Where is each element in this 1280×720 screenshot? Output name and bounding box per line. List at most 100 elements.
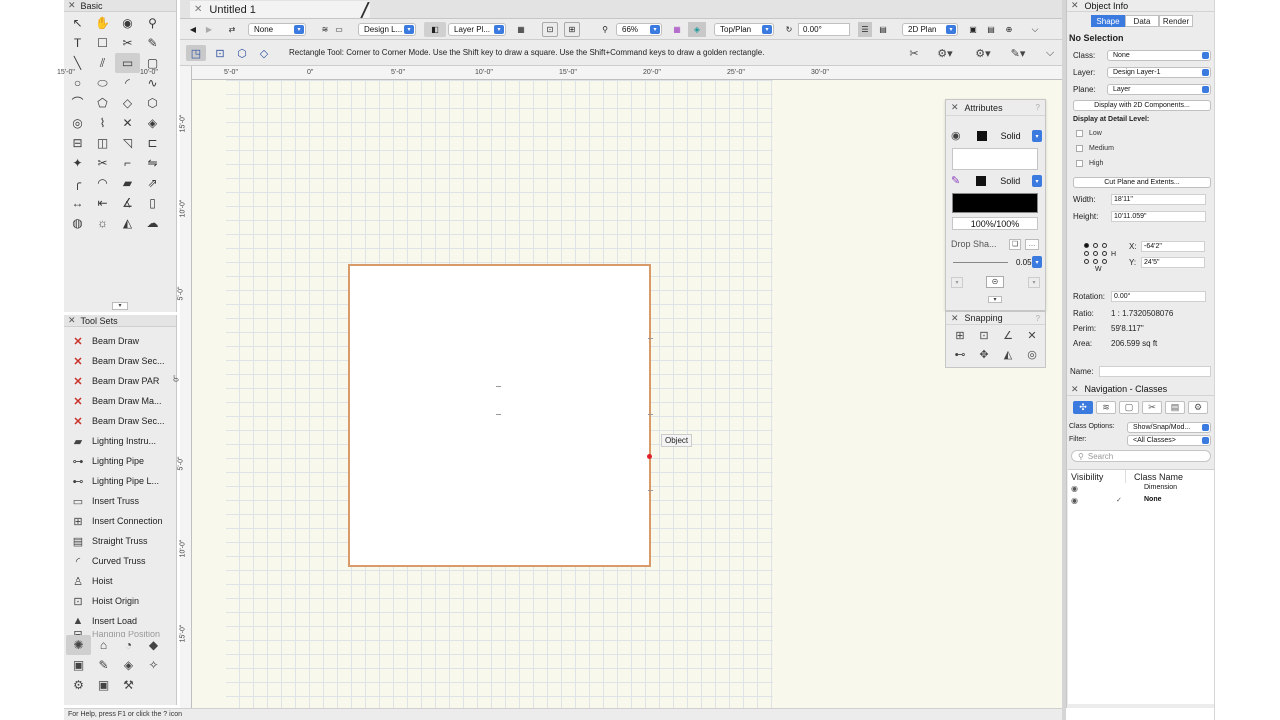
detailing-toolset-icon[interactable]: ✧ xyxy=(141,655,166,675)
regular-polygon-tool-icon[interactable]: ⬡ xyxy=(140,93,165,113)
camera-icon[interactable]: ▤ xyxy=(984,22,998,37)
toolset-item[interactable]: ✕ Beam Draw PAR xyxy=(64,371,176,391)
eyedropper-tool-icon[interactable]: ✎ xyxy=(140,33,165,53)
close-icon[interactable]: ✕ xyxy=(1071,0,1079,11)
split-tool-icon[interactable]: ✂ xyxy=(90,153,115,173)
class-select[interactable]: None xyxy=(1107,50,1211,61)
close-tab-icon[interactable]: ✕ xyxy=(194,4,202,15)
reshape-tool-icon[interactable]: ◈ xyxy=(140,113,165,133)
arc-tool-icon[interactable]: ◜ xyxy=(115,73,140,93)
snap-to-intersection-icon[interactable]: ✕ xyxy=(1020,327,1044,346)
drawing-canvas[interactable] xyxy=(192,80,1062,708)
connect-combine-tool-icon[interactable]: ✦ xyxy=(65,153,90,173)
visualization-toolset-icon[interactable]: ◈ xyxy=(116,655,141,675)
drop-shadow-toggle-icon[interactable]: ❏ xyxy=(1009,238,1021,250)
standard-view-icon[interactable]: ⊡ xyxy=(542,22,558,37)
back-icon[interactable]: ◀ xyxy=(186,22,200,37)
sheets-tab-icon[interactable]: ▢ xyxy=(1119,401,1139,414)
name-field[interactable] xyxy=(1099,366,1211,377)
close-icon[interactable]: ✕ xyxy=(68,0,76,11)
filter-select[interactable]: <All Classes> xyxy=(1127,435,1211,446)
fill-row[interactable]: ◉ Solid ▾ xyxy=(951,129,1042,143)
rect-options-mode-icon[interactable]: ◇ xyxy=(254,45,274,61)
building-toolset-icon[interactable]: ⌂ xyxy=(91,635,116,655)
vertical-ruler[interactable]: 15'-0" 10'-0" 5'-0" 0" 5'-0" 10'-0" 15'-0" xyxy=(174,66,192,708)
references-tab-icon[interactable]: ✂ xyxy=(1142,401,1162,414)
spotlight-toolset-icon[interactable]: ✺ xyxy=(66,635,91,655)
col-class-name[interactable]: Class Name xyxy=(1134,470,1183,483)
chevron-down-icon[interactable]: ▾ xyxy=(112,302,128,310)
grid-icon[interactable]: ▦ xyxy=(670,22,684,37)
class-dropdown[interactable]: None ▾ xyxy=(248,23,306,36)
link-icon[interactable]: ⊝ xyxy=(986,276,1004,288)
toolset-item[interactable]: ⊞ Insert Connection xyxy=(64,511,176,531)
freehand-tool-icon[interactable]: ∿ xyxy=(140,73,165,93)
selection-arrow-tool-icon[interactable]: ↖ xyxy=(65,13,90,33)
class-row[interactable]: ◉ None ✓ xyxy=(1068,496,1214,508)
toolset-item[interactable]: ⊡ Hoist Origin xyxy=(64,591,176,611)
width-field[interactable]: 18'11" xyxy=(1111,194,1206,205)
flyover-tool-icon[interactable]: ◉ xyxy=(115,13,140,33)
tab-shape[interactable]: Shape xyxy=(1091,15,1125,27)
wall-tool-icon[interactable]: ▯ xyxy=(140,193,165,213)
classes-tab-icon[interactable]: ✣ xyxy=(1073,401,1093,414)
layers-icon[interactable]: ≋ xyxy=(318,22,332,37)
oval-tool-icon[interactable]: ⬭ xyxy=(90,73,115,93)
class-options-select[interactable]: Show/Snap/Mod... xyxy=(1127,422,1211,433)
close-icon[interactable]: ✕ xyxy=(951,102,959,113)
toolset-item[interactable]: ▰ Lighting Instru... xyxy=(64,431,176,451)
drawing-settings-icon[interactable]: ⚙▾ xyxy=(932,45,958,61)
mode-bar-menu-icon[interactable]: ⌵ xyxy=(1040,45,1060,61)
projection-icon[interactable]: ◈ xyxy=(688,22,706,37)
tools-toolset-icon[interactable]: ⚒ xyxy=(116,675,141,695)
cloud-tool-icon[interactable]: ☁ xyxy=(140,213,165,233)
view-settings-icon[interactable]: ▣ xyxy=(966,22,980,37)
render-quality-icon[interactable]: ⚙▾ xyxy=(970,45,996,61)
zoom-tool-icon[interactable]: ⚲ xyxy=(140,13,165,33)
toolset-item[interactable]: ▤ Straight Truss xyxy=(64,531,176,551)
toolset-item[interactable]: ◜ Curved Truss xyxy=(64,551,176,571)
zoom-icon[interactable]: ⚲ xyxy=(598,22,612,37)
zoom-dropdown[interactable]: 66% ▾ xyxy=(616,23,662,36)
fill-preview[interactable] xyxy=(952,148,1038,170)
tab-render[interactable]: Render xyxy=(1159,15,1193,27)
toolset-item[interactable]: ✕ Beam Draw Ma... xyxy=(64,391,176,411)
document-tab[interactable]: ✕ Untitled 1 xyxy=(190,1,370,18)
machine-design-toolset-icon[interactable]: ◔ xyxy=(116,635,141,655)
saved-views-icon[interactable]: ⊕ xyxy=(1002,22,1016,37)
text-tool-icon[interactable]: T xyxy=(65,33,90,53)
class-row[interactable]: ◉ Dimension xyxy=(1068,484,1214,496)
chamfer-tool-icon[interactable]: ◹ xyxy=(115,133,140,153)
drawn-rectangle[interactable] xyxy=(348,264,651,567)
fit-to-window-icon[interactable]: ⊞ xyxy=(564,22,580,37)
clip-tool-icon[interactable]: ✕ xyxy=(115,113,140,133)
start-marker-icon[interactable]: ▾ xyxy=(951,277,963,288)
detail-low-checkbox[interactable] xyxy=(1076,130,1083,137)
rectangle-tool-icon[interactable]: ▭ xyxy=(115,53,140,73)
opacity-field[interactable]: 100%/100% xyxy=(952,217,1038,230)
snap-to-tangent-icon[interactable]: ◎ xyxy=(1020,346,1044,365)
heliodon-tool-icon[interactable]: ◭ xyxy=(115,213,140,233)
close-icon[interactable]: ✕ xyxy=(951,313,959,324)
fillet-tool-icon[interactable]: ◫ xyxy=(90,133,115,153)
display-mode-icon[interactable]: ☰ xyxy=(858,22,872,37)
horizontal-ruler[interactable]: 15'-0" 10'-0" 5'-0" 0" 5'-0" 10'-0" 15'-0" 20'-… xyxy=(57,66,1062,80)
pen-row[interactable]: ✎ Solid ▾ xyxy=(951,174,1042,188)
plane-rotation-icon[interactable]: ↻ xyxy=(782,22,796,37)
render-mode-icon[interactable]: ▦ xyxy=(514,22,528,37)
sun-tool-icon[interactable]: ☼ xyxy=(90,213,115,233)
toolset-item[interactable]: ✕ Beam Draw Sec... xyxy=(64,351,176,371)
col-visibility[interactable]: Visibility xyxy=(1071,470,1126,483)
smart-points-icon[interactable]: ✥ xyxy=(972,346,996,365)
arc-quarter-tool-icon[interactable]: ╭ xyxy=(65,173,90,193)
circle-tool-icon[interactable]: ○ xyxy=(65,73,90,93)
chevron-down-icon[interactable]: ▾ xyxy=(988,296,1002,303)
spiral-tool-icon[interactable]: ◎ xyxy=(65,113,90,133)
fill-color-swatch[interactable] xyxy=(976,131,987,141)
y-field[interactable]: 24'5" xyxy=(1141,257,1205,268)
search-input[interactable]: ⚲ Search xyxy=(1071,450,1211,462)
end-marker-icon[interactable]: ▾ xyxy=(1028,277,1040,288)
render-dropdown[interactable]: 2D Plan ▾ xyxy=(902,23,958,36)
double-line-tool-icon[interactable]: ⫽ xyxy=(90,53,115,73)
settings-tab-icon[interactable]: ⚙ xyxy=(1188,401,1208,414)
